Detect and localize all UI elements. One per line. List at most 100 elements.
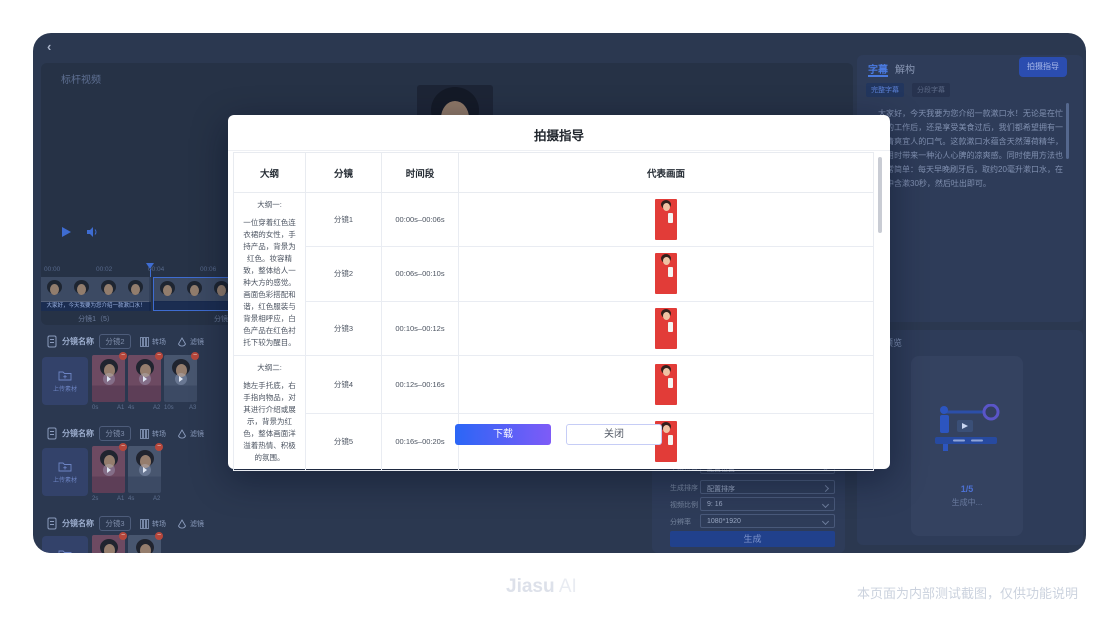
filter-icon: [177, 519, 187, 529]
shot-name-input[interactable]: 分镜3: [99, 426, 131, 441]
setting-value: 9: 16: [707, 501, 723, 508]
keyframe-cell: [459, 193, 874, 247]
play-button[interactable]: [60, 226, 72, 238]
clip-thumbnail[interactable]: −: [128, 535, 161, 553]
clip-thumbnail[interactable]: −: [128, 446, 161, 493]
setting-generation-order: 生成排序 配置排序: [670, 480, 836, 495]
col-header-keyframe: 代表画面: [459, 153, 874, 193]
filter-button[interactable]: 滤镜: [177, 519, 204, 529]
document-icon: [47, 427, 57, 440]
download-button[interactable]: 下载: [455, 424, 551, 445]
keyframe-cell: [459, 356, 874, 414]
shot-cell: 分镜4: [306, 356, 382, 414]
keyframe-cell: [459, 301, 874, 355]
remove-clip-icon[interactable]: −: [191, 352, 199, 360]
chevron-down-icon: [822, 518, 829, 525]
clip-time: 2s: [92, 496, 98, 502]
upload-folder-icon: [58, 461, 72, 472]
outline-cell-1: 大纲一: 一位穿着红色连衣裙的女性，手持产品，背景为红色。妆容精致，整体给人一种…: [234, 193, 306, 356]
clip-thumbnail[interactable]: −: [128, 355, 161, 402]
col-header-outline: 大纲: [234, 153, 306, 193]
clip-thumbnail[interactable]: −: [92, 446, 125, 493]
remove-clip-icon[interactable]: −: [155, 443, 163, 451]
setting-value: 1080*1920: [707, 518, 741, 525]
volume-icon[interactable]: [86, 226, 99, 238]
tab-deconstruct[interactable]: 解构: [895, 61, 915, 76]
clip-code: A2: [153, 405, 160, 411]
clip-code: A1: [117, 405, 124, 411]
clip-thumbnail[interactable]: −: [164, 355, 197, 402]
col-header-shot: 分镜: [306, 153, 382, 193]
shot-section-1-header: 分镜名称 分镜2 转场 滤镜: [47, 334, 204, 349]
remove-clip-icon[interactable]: −: [119, 532, 127, 540]
filter-label: 滤镜: [190, 337, 204, 347]
clip-time: 10s: [164, 405, 174, 411]
shot-name-input[interactable]: 分镜2: [99, 334, 131, 349]
close-button[interactable]: 关闭: [566, 424, 662, 445]
upload-label: 上传素材: [53, 384, 77, 393]
upload-label: 上传素材: [53, 475, 77, 484]
generate-button[interactable]: 生成: [670, 531, 835, 547]
time-cell: 00:12s–00:16s: [382, 356, 459, 414]
keyframe-thumbnail: [655, 308, 677, 349]
preview-panel: 视频预览 1/5: [857, 330, 1083, 545]
setting-label: 分辨率: [670, 517, 691, 527]
shot-section-3-header: 分镜名称 分镜3 转场 滤镜: [47, 516, 204, 531]
shot-name-input[interactable]: 分镜3: [99, 516, 131, 531]
time-cell: 00:16s–00:20s: [382, 413, 459, 471]
remove-clip-icon[interactable]: −: [119, 443, 127, 451]
outline-body: 一位穿着红色连衣裙的女性，手持产品，背景为红色。妆容精致，整体给人一种大方的感觉…: [240, 217, 299, 349]
segment1-label: 分镜1（5）: [41, 314, 151, 324]
filter-button[interactable]: 滤镜: [177, 429, 204, 439]
modal-divider: [228, 150, 890, 151]
subtitle-text: 大家好，今天我要为您介绍一款漱口水！无论是在忙碌的工作后，还是享受美食过后，我们…: [878, 107, 1063, 307]
video-panel-title: 标杆视频: [61, 71, 101, 86]
back-button[interactable]: ‹: [47, 39, 51, 54]
outline-title: 大纲二:: [240, 362, 299, 374]
filmstrip-segment-1[interactable]: 大家好，今天我要为您介绍一款漱口水！: [41, 277, 151, 311]
tab-subtitle[interactable]: 字幕: [868, 61, 888, 76]
keyframe-thumbnail: [655, 199, 677, 240]
document-icon: [47, 335, 57, 348]
filter-icon: [177, 337, 187, 347]
modal-scrollbar[interactable]: [878, 157, 882, 233]
filter-button[interactable]: 滤镜: [177, 337, 204, 347]
remove-clip-icon[interactable]: −: [155, 532, 163, 540]
transition-icon: [140, 337, 149, 347]
table-row: 分镜5 00:16s–00:20s: [234, 413, 874, 471]
shooting-guide-button[interactable]: 拍摄指导: [1019, 57, 1067, 77]
transition-button[interactable]: 转场: [140, 337, 166, 347]
col-header-timerange: 时间段: [382, 153, 459, 193]
clip-code: A3: [189, 405, 196, 411]
shot-cell: 分镜2: [306, 247, 382, 301]
back-icon: ‹: [47, 39, 51, 54]
play-overlay-icon: [175, 373, 187, 385]
badge-full-subtitle[interactable]: 完整字幕: [866, 83, 904, 97]
badge-segmented-subtitle[interactable]: 分段字幕: [912, 83, 950, 97]
clip-thumbnail[interactable]: −: [92, 535, 125, 553]
shot-cell: 分镜3: [306, 301, 382, 355]
transition-button[interactable]: 转场: [140, 519, 166, 529]
time-cell: 00:10s–00:12s: [382, 301, 459, 355]
subtitle-scrollbar[interactable]: [1066, 103, 1069, 159]
keyframe-thumbnail: [655, 253, 677, 294]
document-icon: [47, 517, 57, 530]
shot-cell: 分镜5: [306, 413, 382, 471]
shot-name-label: 分镜名称: [62, 336, 94, 347]
brand-bold: Jiasu: [506, 576, 555, 597]
upload-folder-icon: [58, 370, 72, 381]
transition-button[interactable]: 转场: [140, 429, 166, 439]
clip-code: A2: [153, 496, 160, 502]
generation-card: 1/5 生成中...: [911, 356, 1023, 536]
timeline-tick: 00:00: [44, 266, 60, 273]
generation-progress: 1/5: [911, 484, 1023, 494]
upload-material-card[interactable]: 上传素材: [42, 448, 88, 496]
tab-active-underline: [868, 75, 888, 77]
upload-material-card[interactable]: 上传素材: [42, 536, 88, 553]
upload-material-card[interactable]: 上传素材: [42, 357, 88, 405]
play-overlay-icon: [103, 464, 115, 476]
clip-thumbnail[interactable]: −: [92, 355, 125, 402]
remove-clip-icon[interactable]: −: [119, 352, 127, 360]
generation-status: 生成中...: [911, 497, 1023, 508]
remove-clip-icon[interactable]: −: [155, 352, 163, 360]
